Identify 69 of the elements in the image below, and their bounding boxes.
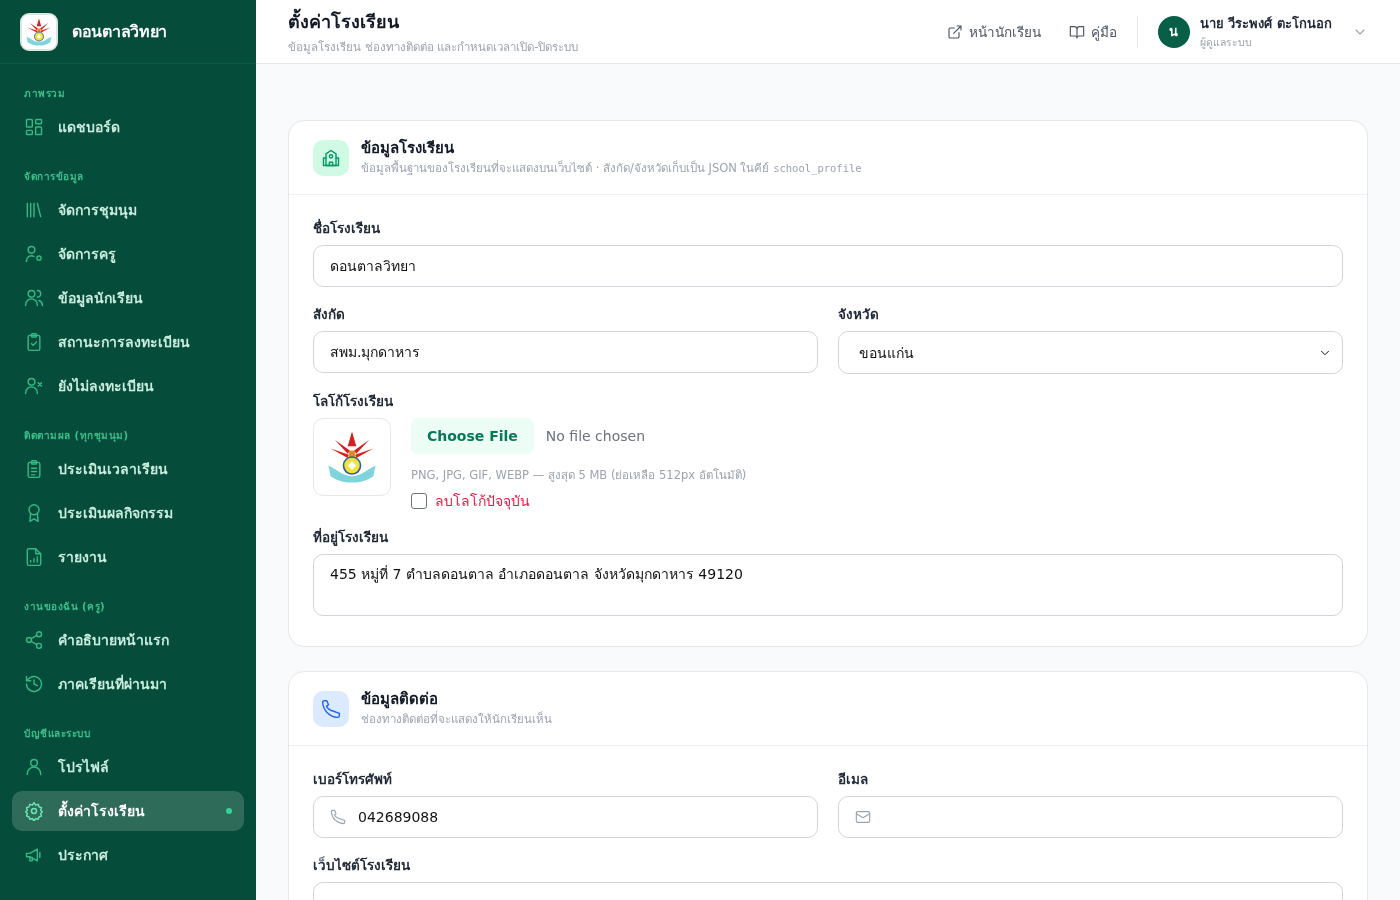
sidebar-section-title: ภาพรวม — [23, 87, 66, 101]
active-dot-icon — [226, 808, 232, 814]
clipboard-list-icon — [24, 459, 44, 479]
input-field[interactable]: ดอนตาลวิทยา — [313, 245, 1343, 287]
user-gear-icon — [24, 244, 44, 264]
header-link[interactable]: หน้านักเรียน — [946, 20, 1041, 43]
sidebar-item[interactable]: จัดการชุมนุม — [12, 190, 244, 230]
sidebar-item[interactable]: แดชบอร์ด — [12, 107, 244, 147]
sidebar-item[interactable]: สถานะการลงทะเบียน — [12, 322, 244, 362]
input-field[interactable]: 042689088 — [313, 796, 818, 838]
book-icon — [1068, 23, 1085, 40]
field-label: เบอร์โทรศัพท์ — [313, 770, 393, 788]
file-status: No file chosen — [545, 427, 646, 445]
card-title: ข้อมูลโรงเรียน — [361, 139, 455, 157]
sidebar-item[interactable]: ประเมินผลกิจกรรม — [12, 493, 244, 533]
page-subtitle: ข้อมูลโรงเรียน ช่องทางติดต่อ และกำหนดเวลาเปิด-ปิดระบบ — [288, 39, 580, 56]
history-icon — [24, 674, 44, 694]
sidebar-section-title: บัญชีและระบบ — [23, 727, 91, 741]
sidebar-item[interactable]: ประกาศ — [12, 835, 244, 875]
sidebar-section-title: ติดตามผล (ทุกชุมนุม) — [23, 429, 130, 443]
card-title: ข้อมูลติดต่อ — [361, 690, 439, 708]
header-link[interactable]: คู่มือ — [1068, 20, 1117, 43]
sidebar-item[interactable]: ตั้งค่าโรงเรียน — [12, 791, 244, 831]
card-subtitle: ช่องทางติดต่อที่จะแสดงให้นักเรียนเห็น — [361, 710, 552, 728]
user-x-icon — [24, 376, 44, 396]
textarea-field[interactable]: 455 หมู่ที่ 7 ตำบลดอนตาล อำเภอดอนตาล จังหวัดมุกดาหาร 49120 — [313, 554, 1343, 616]
file-chart-icon — [24, 547, 44, 567]
user-icon — [24, 757, 44, 777]
users-icon — [24, 288, 44, 308]
sidebar-section-title: งานของฉัน (ครู) — [23, 600, 107, 614]
user-avatar: น — [1157, 15, 1190, 48]
file-hint: PNG, JPG, GIF, WEBP — สูงสุด 5 MB (ย่อเหลือ 512px อัตโนมัติ) — [411, 467, 747, 484]
clipboard-check-icon — [24, 332, 44, 352]
user-role: ผู้ดูแลระบบ — [1199, 34, 1253, 51]
sidebar-item[interactable]: คำอธิบายหน้าแรก — [12, 620, 244, 660]
field-label: อีเมล — [838, 770, 869, 788]
settings-icon — [24, 801, 44, 821]
user-name: นาย วีระพงศ์ ตะโกนอก — [1199, 14, 1332, 33]
sidebar-item[interactable]: โปรไฟล์ — [12, 747, 244, 787]
sidebar-item[interactable]: รายงาน — [12, 537, 244, 577]
remove-logo-checkbox[interactable]: ลบโลโก้ปัจจุบัน — [411, 492, 747, 510]
phone-icon — [330, 809, 346, 825]
school-icon — [321, 148, 341, 168]
sidebar-item[interactable]: จัดการครู — [12, 234, 244, 274]
share-icon — [24, 630, 44, 650]
page-title: ตั้งค่าโรงเรียน — [288, 7, 919, 36]
input-field[interactable]: สพม.มุกดาหาร — [313, 331, 818, 373]
select-field[interactable]: ขอนแก่น — [838, 331, 1343, 374]
input-field[interactable] — [838, 796, 1343, 838]
field-label: เว็บไซต์โรงเรียน — [313, 856, 411, 874]
sidebar-item[interactable]: ภาคเรียนที่ผ่านมา — [12, 664, 244, 704]
sidebar-item[interactable]: ข้อมูลนักเรียน — [12, 278, 244, 318]
books-icon — [24, 200, 44, 220]
choose-file-button[interactable]: Choose File — [411, 418, 534, 454]
external-link-icon — [946, 23, 963, 40]
phone-icon — [321, 699, 341, 719]
grid-icon — [24, 117, 44, 137]
sidebar-item[interactable]: ยังไม่ลงทะเบียน — [12, 366, 244, 406]
field-label: จังหวัด — [838, 305, 880, 323]
user-menu[interactable]: น นาย วีระพงศ์ ตะโกนอก ผู้ดูแลระบบ — [1157, 12, 1368, 51]
brand-name: ดอนตาลวิทยา — [72, 21, 167, 43]
field-label: โลโก้โรงเรียน — [313, 392, 394, 410]
sidebar-section-title: จัดการข้อมูล — [23, 170, 85, 184]
mail-icon — [855, 809, 871, 825]
field-label: สังกัด — [313, 305, 346, 323]
card-subtitle: ข้อมูลพื้นฐานของโรงเรียนที่จะแสดงบนเว็บไซต์ · สังกัด/จังหวัดเก็บเป็น JSON ในคีย์ school_profile — [361, 159, 862, 177]
sidebar-item[interactable]: ประเมินเวลาเรียน — [12, 449, 244, 489]
field-label: ชื่อโรงเรียน — [313, 219, 381, 237]
field-label: ที่อยู่โรงเรียน — [313, 528, 389, 546]
